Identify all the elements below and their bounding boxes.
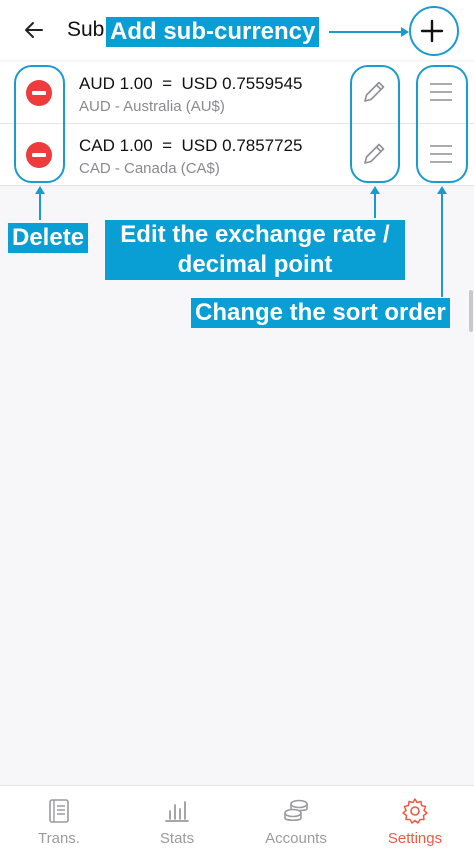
exchange-rate-text: AUD 1.00 = USD 0.7559545	[79, 74, 303, 93]
coins-icon	[284, 799, 308, 822]
callout-edit-arrow	[370, 186, 380, 194]
callout-add-ring	[409, 6, 459, 56]
callout-delete-ring	[14, 65, 65, 183]
nav-label-accounts: Accounts	[265, 830, 327, 847]
callout-add-line	[329, 31, 403, 33]
scrollbar[interactable]	[469, 290, 473, 332]
callout-sort-line	[441, 192, 443, 297]
arrow-left-icon[interactable]	[20, 16, 48, 44]
currency-name: AUD - Australia (AU$)	[79, 98, 225, 115]
callout-add-label: Add sub-currency	[106, 17, 320, 47]
callout-sort-label: Change the sort order	[191, 298, 450, 328]
nav-label-stats: Stats	[159, 830, 195, 847]
nav-label-settings: Settings	[387, 830, 443, 847]
callout-delete-label: Delete	[8, 223, 89, 253]
callout-edit-label: Edit the exchange rate / decimal point	[105, 220, 405, 280]
gear-icon	[402, 798, 428, 824]
bottom-nav: Trans. Stats Accounts Settings	[0, 785, 474, 858]
ledger-icon	[49, 799, 69, 823]
nav-item-stats[interactable]: Stats	[118, 786, 236, 858]
callout-edit-line1: Edit the exchange rate /	[120, 221, 390, 248]
nav-label-trans: Trans.	[38, 830, 80, 847]
nav-item-accounts[interactable]: Accounts	[237, 786, 355, 858]
callout-edit-line2: decimal point	[177, 251, 333, 278]
list-item: CAD 1.00 = USD 0.7857725 CAD - Canada (C…	[0, 124, 474, 186]
page-title: Sub	[67, 18, 105, 41]
callout-sort-ring	[416, 65, 468, 183]
callout-edit-ring	[350, 65, 400, 183]
nav-item-trans[interactable]: Trans.	[0, 786, 118, 858]
list-item: AUD 1.00 = USD 0.7559545 AUD - Australia…	[0, 62, 474, 124]
sub-currency-list: AUD 1.00 = USD 0.7559545 AUD - Australia…	[0, 62, 474, 186]
callout-add-arrow	[401, 27, 409, 37]
callout-sort-arrow	[437, 186, 447, 194]
callout-edit-line	[374, 192, 376, 218]
exchange-rate-text: CAD 1.00 = USD 0.7857725	[79, 136, 303, 155]
nav-item-settings[interactable]: Settings	[356, 786, 474, 858]
callout-delete-arrow	[35, 186, 45, 194]
callout-delete-line	[39, 192, 41, 220]
currency-name: CAD - Canada (CA$)	[79, 160, 220, 177]
bar-chart-icon	[165, 801, 189, 822]
